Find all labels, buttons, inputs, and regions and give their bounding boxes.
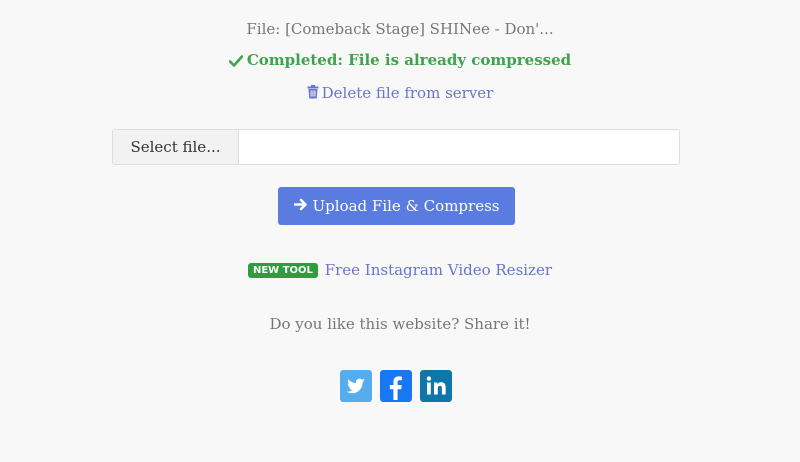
check-icon [228, 53, 244, 71]
file-input-group: Select file... [112, 129, 680, 165]
new-tool-badge: NEW TOOL [247, 263, 318, 278]
new-tool-promo: NEW TOOL Free Instagram Video Resizer [0, 261, 800, 279]
page: File: [Comeback Stage] SHINee - Don'... … [0, 0, 800, 462]
instagram-resizer-link[interactable]: Free Instagram Video Resizer [325, 261, 552, 279]
facebook-icon[interactable] [380, 370, 412, 402]
share-prompt: Do you like this website? Share it! [269, 315, 531, 333]
linkedin-icon[interactable] [420, 370, 452, 402]
delete-file-link: Delete file from server [0, 84, 800, 103]
file-path-field[interactable] [239, 130, 679, 164]
social-share-bar [340, 370, 460, 402]
status-message: Completed: File is already compressed [0, 51, 800, 71]
trash-icon [307, 85, 319, 103]
twitter-icon[interactable] [340, 370, 372, 402]
status-text: Completed: File is already compressed [246, 51, 572, 69]
delete-file-label: Delete file from server [321, 84, 494, 102]
delete-file-button[interactable]: Delete file from server [307, 84, 494, 103]
file-name-label: File: [Comeback Stage] SHINee - Don'... [246, 20, 554, 38]
upload-compress-label: Upload File & Compress [312, 197, 500, 215]
arrow-right-icon [293, 197, 308, 215]
select-file-button[interactable]: Select file... [113, 130, 239, 164]
upload-compress-button[interactable]: Upload File & Compress [278, 187, 515, 225]
